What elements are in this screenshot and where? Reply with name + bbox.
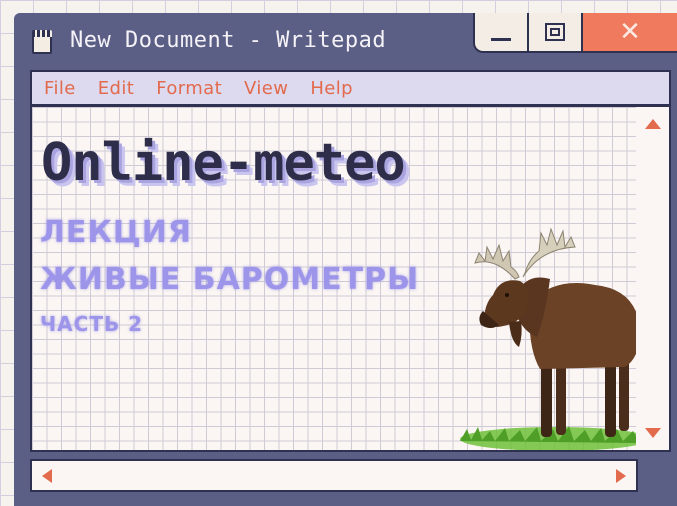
moose-illustration (460, 227, 636, 450)
maximize-icon (545, 23, 565, 41)
vertical-scrollbar[interactable] (636, 105, 671, 452)
maximize-button[interactable] (527, 13, 583, 53)
close-button[interactable]: ✕ (581, 13, 677, 53)
document-line-part: ЧАСТЬ 2 (40, 312, 144, 336)
menu-view[interactable]: View (244, 78, 288, 99)
title-bar[interactable]: New Document - Writepad ✕ (14, 13, 677, 68)
document-line-lecture: ЛЕКЦИЯ (40, 215, 192, 250)
arrow-down-icon[interactable] (645, 428, 661, 438)
document-icon (32, 30, 52, 54)
minimize-button[interactable] (473, 13, 529, 53)
arrow-up-icon[interactable] (645, 119, 661, 129)
document-canvas[interactable]: Online-meteo ЛЕКЦИЯ ЖИВЫЕ БАРОМЕТРЫ ЧАСТ… (30, 105, 638, 452)
document-headline: Online-meteo (41, 133, 406, 193)
arrow-right-icon[interactable] (616, 469, 626, 483)
app-window: New Document - Writepad ✕ File Edit Form… (14, 13, 677, 506)
close-icon: ✕ (619, 17, 641, 47)
window-title: New Document - Writepad (70, 28, 387, 53)
menu-bar: File Edit Format View Help (30, 70, 671, 106)
arrow-left-icon[interactable] (42, 469, 52, 483)
menu-help[interactable]: Help (310, 78, 353, 99)
menu-format[interactable]: Format (156, 78, 222, 99)
minimize-icon (491, 37, 511, 41)
horizontal-scrollbar[interactable] (30, 459, 638, 492)
menu-file[interactable]: File (44, 78, 76, 99)
document-line-topic: ЖИВЫЕ БАРОМЕТРЫ (40, 262, 420, 297)
menu-edit[interactable]: Edit (98, 78, 134, 99)
